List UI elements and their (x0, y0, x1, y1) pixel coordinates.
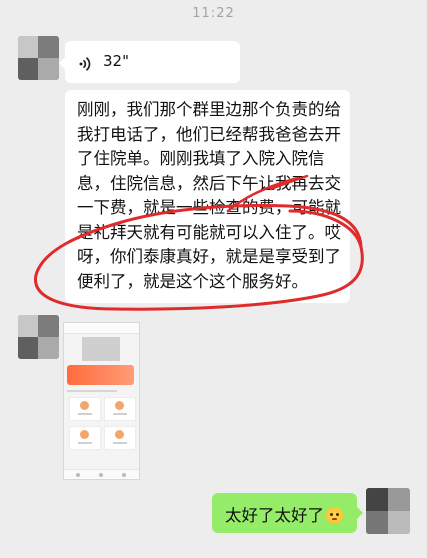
mini-header (64, 323, 139, 334)
mini-image-placeholder (82, 337, 120, 361)
mini-service-card (104, 397, 136, 421)
contact-avatar[interactable] (18, 315, 59, 359)
mini-bottom-bar (64, 469, 139, 479)
my-avatar[interactable] (366, 488, 410, 534)
mini-service-card (69, 426, 101, 450)
text-message-bubble[interactable]: 刚刚，我们那个群里边那个负责的给我打电话了，他们已经帮我爸爸去开了住院单。刚刚我… (65, 90, 350, 303)
mini-subtitle-line (67, 390, 117, 392)
screenshot-image-message[interactable] (63, 322, 140, 480)
my-message-text: 太好了太好了 (225, 502, 343, 526)
flushed-face-emoji-icon (326, 507, 343, 524)
message-text: 刚刚，我们那个群里边那个负责的给我打电话了，他们已经帮我爸爸去开了住院单。刚刚我… (77, 100, 341, 291)
voice-message-bubble[interactable]: 32" (59, 41, 240, 83)
voice-wave-icon (79, 56, 93, 71)
timestamp: 11:22 (192, 6, 235, 21)
my-message-bubble[interactable]: 太好了太好了 (212, 493, 363, 533)
voice-duration: 32" (103, 52, 129, 70)
mini-banner (67, 365, 134, 385)
mini-service-card (104, 426, 136, 450)
contact-avatar[interactable] (18, 36, 59, 80)
mini-service-card (69, 397, 101, 421)
